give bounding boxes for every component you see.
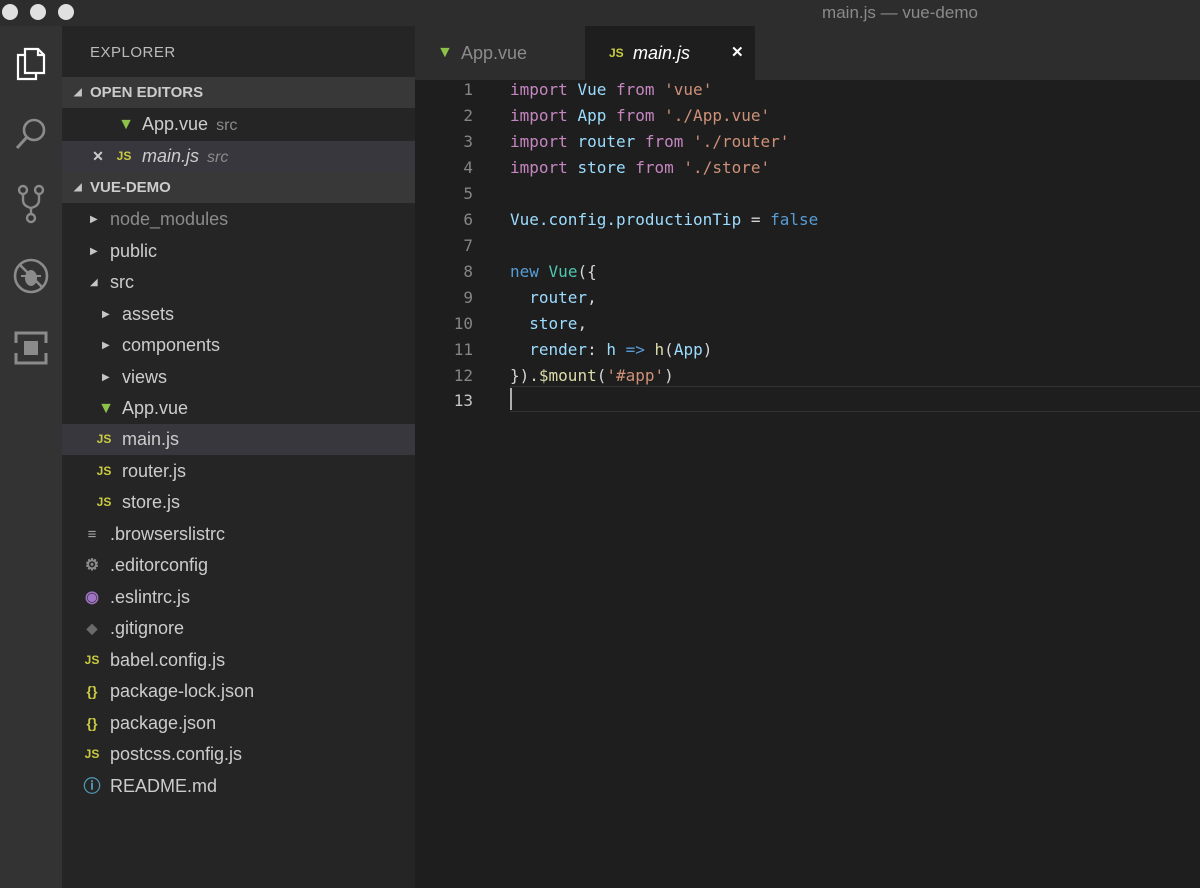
tree-file-babel-config-js[interactable]: JS babel.config.js [62,645,415,676]
chevron-right-icon: ▶ [102,340,110,351]
tree-file-main-js[interactable]: JS main.js [62,424,415,455]
tree-file-store-js[interactable]: JS store.js [62,487,415,518]
code-line-6: Vue.config.productionTip = false [510,210,819,229]
search-activity-button[interactable] [7,110,55,158]
tree-file-package-lock-json[interactable]: {} package-lock.json [62,676,415,707]
code-line-8: new Vue({ [510,262,597,281]
vue-file-icon: ▼ [437,44,453,61]
line-number: 8 [463,262,473,281]
extensions-icon [14,331,48,365]
line-number: 12 [453,366,473,385]
code-line-11: render: h => h(App) [529,340,713,359]
title-bar: main.js — vue-demo [0,0,1200,26]
js-file-icon: JS [96,432,112,446]
js-file-icon: JS [609,46,624,60]
line-number: 3 [463,132,473,151]
js-file-icon: JS [96,495,112,509]
text-file-icon: ≡ [87,526,97,543]
tree-file-app-vue[interactable]: ▼ App.vue [62,393,415,424]
debug-icon [13,258,49,294]
json-file-icon: {} [86,715,98,731]
source-control-icon [17,184,45,224]
gear-icon: ⚙ [84,557,100,574]
code-line-1: import Vue from 'vue' [510,80,713,99]
code-line-4: import store from './store' [510,158,771,177]
vue-file-icon: ▼ [118,116,134,133]
chevron-down-icon: ◢ [90,277,98,288]
open-editor-item-main-js[interactable]: ✕ JS main.js src [62,141,415,172]
info-icon: ⓘ [83,777,101,796]
tree-file-gitignore[interactable]: ◆ .gitignore [62,613,415,644]
tab-main-js[interactable]: JS main.js ✕ [585,26,755,80]
close-tab-icon[interactable]: ✕ [731,26,744,80]
code-line-3: import router from './router' [510,132,790,151]
current-line-highlight [510,386,1200,412]
search-icon [15,118,46,150]
js-file-icon: JS [84,653,100,667]
window-title: main.js — vue-demo [822,3,978,22]
open-editor-item-app-vue[interactable]: ▼ App.vue src [62,109,415,140]
debug-activity-button[interactable] [7,252,55,300]
line-number: 6 [463,210,473,229]
tree-folder-node-modules[interactable]: ▶ node_modules [62,204,415,235]
line-number: 10 [453,314,473,333]
line-number: 2 [463,106,473,125]
tree-folder-assets[interactable]: ▶ assets [62,299,415,330]
tree-folder-public[interactable]: ▶ public [62,236,415,267]
chevron-right-icon: ▶ [102,309,110,320]
tree-file-browserslistrc[interactable]: ≡ .browserslistrc [62,519,415,550]
line-number: 9 [463,288,473,307]
chevron-down-icon: ◢ [74,87,82,98]
js-file-icon: JS [116,149,132,163]
line-number: 7 [463,236,473,255]
explorer-activity-button[interactable] [7,40,55,88]
js-file-icon: JS [96,464,112,478]
code-line-12: }).$mount('#app') [510,366,674,385]
tree-file-editorconfig[interactable]: ⚙ .editorconfig [62,550,415,581]
files-icon [16,47,46,81]
current-line-number: 13 [453,391,473,410]
text-cursor [510,388,512,410]
line-number: 4 [463,158,473,177]
open-editors-header[interactable]: ◢ OPEN EDITORS [62,77,415,108]
line-number: 11 [453,340,473,359]
code-line-2: import App from './App.vue' [510,106,771,125]
tree-file-router-js[interactable]: JS router.js [62,456,415,487]
tree-file-readme-md[interactable]: ⓘ README.md [62,771,415,802]
source-control-activity-button[interactable] [7,180,55,228]
tree-folder-views[interactable]: ▶ views [62,362,415,393]
tree-folder-src[interactable]: ◢ src [62,267,415,298]
explorer-sidebar: EXPLORER ◢ OPEN EDITORS ▼ App.vue src ✕ J… [62,26,415,888]
line-number: 1 [463,80,473,99]
js-file-icon: JS [84,747,100,761]
chevron-right-icon: ▶ [102,372,110,383]
extensions-activity-button[interactable] [7,324,55,372]
close-icon[interactable]: ✕ [88,141,108,172]
line-number: 5 [463,184,473,203]
tree-folder-components[interactable]: ▶ components [62,330,415,361]
activity-bar [0,26,62,888]
tree-file-eslintrc-js[interactable]: ◉ .eslintrc.js [62,582,415,613]
tab-app-vue[interactable]: ▼ App.vue [415,26,585,80]
tree-file-package-json[interactable]: {} package.json [62,708,415,739]
json-file-icon: {} [86,683,98,699]
git-icon: ◆ [86,620,98,636]
code-editor[interactable]: 1 2 3 4 5 6 7 8 9 10 11 12 13 import Vue… [415,80,1200,888]
eslint-icon: ◉ [85,589,99,606]
chevron-right-icon: ▶ [90,246,98,257]
code-line-9: router, [529,288,597,307]
editor-tab-bar: ▼ App.vue JS main.js ✕ [415,26,1200,80]
vue-file-icon: ▼ [98,400,114,417]
tree-file-postcss-config-js[interactable]: JS postcss.config.js [62,739,415,770]
sidebar-title: EXPLORER [90,44,176,61]
code-line-10: store, [529,314,588,333]
vue-demo-folder-header[interactable]: ◢ VUE-DEMO [62,172,415,203]
chevron-down-icon: ◢ [74,182,82,193]
chevron-right-icon: ▶ [90,214,98,225]
